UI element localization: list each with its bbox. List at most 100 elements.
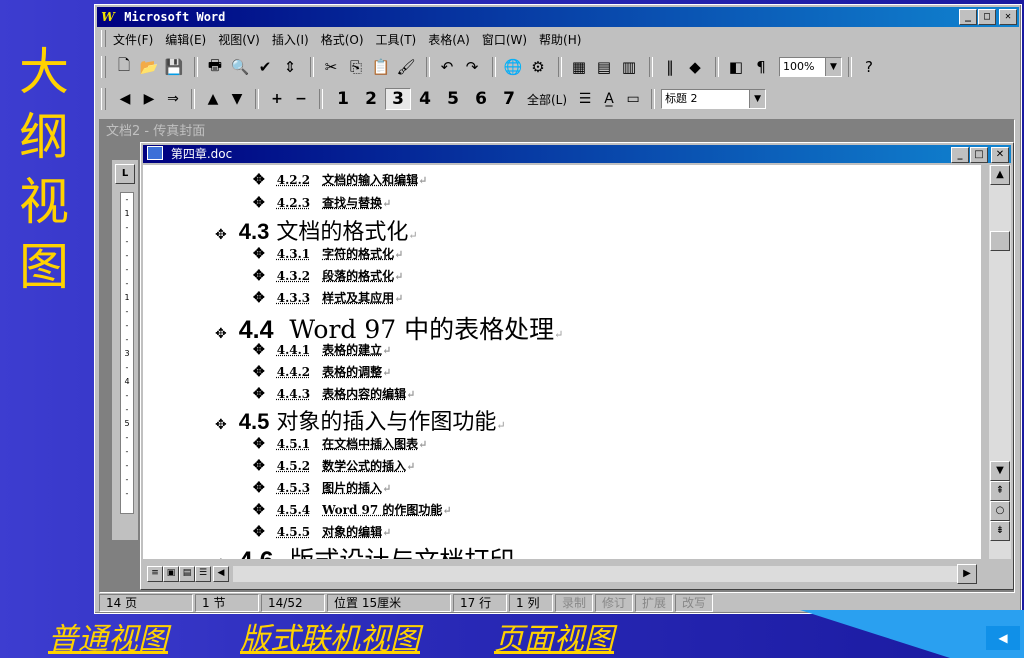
expand-plus-icon[interactable]: ✥ xyxy=(253,268,265,284)
cut-icon[interactable]: ✂ xyxy=(320,56,342,78)
expand-plus-icon[interactable]: ✥ xyxy=(253,364,265,380)
show-level-5[interactable]: 5 xyxy=(439,89,467,109)
expand-plus-icon[interactable]: ✥ xyxy=(253,195,265,211)
next-page-icon[interactable]: ⇟ xyxy=(990,521,1010,541)
page-layout-icon[interactable]: ▤ xyxy=(179,566,195,582)
insert-excel-icon[interactable]: ▥ xyxy=(618,56,640,78)
minimize-button[interactable]: _ xyxy=(959,9,977,25)
menubar-grip[interactable] xyxy=(101,30,106,47)
print-icon[interactable]: 🖶 xyxy=(204,56,226,78)
redo-icon[interactable]: ↷ xyxy=(461,56,483,78)
expand-plus-icon[interactable]: ✥ xyxy=(253,458,265,474)
columns-icon[interactable]: ‖ xyxy=(659,56,681,78)
style-select[interactable]: 标题 2 ▼ xyxy=(661,89,767,109)
doc-maximize-button[interactable]: □ xyxy=(970,147,988,163)
outline-item[interactable]: ✥ 4.4.2 表格的调整↵ xyxy=(253,363,391,380)
outline-item[interactable]: ✥ 4.5.2 数学公式的插入↵ xyxy=(253,457,415,474)
scroll-thumb[interactable] xyxy=(990,231,1010,251)
menu-window[interactable]: 窗口(W) xyxy=(482,31,527,48)
doc-minimize-button[interactable]: _ xyxy=(951,147,969,163)
copy-icon[interactable]: ⎘ xyxy=(345,56,367,78)
collapse-icon[interactable]: − xyxy=(289,91,313,107)
scroll-left-icon[interactable]: ◀ xyxy=(213,566,229,582)
document-map-icon[interactable]: ◧ xyxy=(725,56,747,78)
outline-item[interactable]: ✥ 4.5.1 在文档中插入图表↵ xyxy=(253,435,427,452)
spelling-icon[interactable]: ✔ xyxy=(254,56,276,78)
tab-selector-icon[interactable]: L xyxy=(115,164,135,184)
show-hide-icon[interactable]: ¶ xyxy=(750,56,772,78)
move-down-icon[interactable]: ▼ xyxy=(225,91,249,107)
promote-icon[interactable]: ◀ xyxy=(113,91,137,107)
back-button[interactable]: ◀ xyxy=(986,626,1020,650)
outline-item[interactable]: ✥ 4.3.1 字符的格式化↵ xyxy=(253,245,403,262)
menu-table[interactable]: 表格(A) xyxy=(428,31,470,48)
menu-help[interactable]: 帮助(H) xyxy=(539,31,581,48)
show-level-4[interactable]: 4 xyxy=(411,89,439,109)
close-button[interactable]: ✕ xyxy=(999,9,1017,25)
show-level-3[interactable]: 3 xyxy=(385,88,411,110)
outline-document[interactable]: ✥ 4.2.2 文档的输入和编辑↵ ✥ 4.2.3 查找与替换↵ ✥ 4.3 文档的格式化… xyxy=(143,165,981,559)
online-layout-view-link[interactable]: 版式联机视图 xyxy=(240,614,420,658)
move-up-icon[interactable]: ▲ xyxy=(201,91,225,107)
maximize-button[interactable]: □ xyxy=(978,9,996,25)
horizontal-scrollbar[interactable]: ▶ xyxy=(233,564,977,584)
expand-icon[interactable]: + xyxy=(265,91,289,107)
save-icon[interactable]: 💾 xyxy=(163,56,185,78)
scroll-right-icon[interactable]: ▶ xyxy=(957,564,977,584)
show-level-1[interactable]: 1 xyxy=(329,89,357,109)
undo-icon[interactable]: ↶ xyxy=(436,56,458,78)
status-trk[interactable]: 修订 xyxy=(595,594,634,612)
menu-format[interactable]: 格式(O) xyxy=(321,31,364,48)
outline-view-icon[interactable]: ☰ xyxy=(195,566,211,582)
outline-item[interactable]: ✥ 4.5.5 对象的编辑↵ xyxy=(253,523,391,540)
outline-item[interactable]: ✥ 4.4.1 表格的建立↵ xyxy=(253,341,391,358)
page-view-link[interactable]: 页面视图 xyxy=(494,614,614,658)
chevron-down-icon[interactable]: ▼ xyxy=(825,58,841,76)
menu-tools[interactable]: 工具(T) xyxy=(376,31,417,48)
outline-item[interactable]: ✥ 4.3 文档的格式化↵ xyxy=(215,214,418,246)
expand-plus-icon[interactable]: ✥ xyxy=(253,172,265,188)
open-folder-icon[interactable]: 📂 xyxy=(138,56,160,78)
tables-borders-icon[interactable]: ▦ xyxy=(568,56,590,78)
insert-table-icon[interactable]: ▤ xyxy=(593,56,615,78)
status-ovr[interactable]: 改写 xyxy=(675,594,714,612)
hyperlink-icon[interactable]: 🌐 xyxy=(502,56,524,78)
expand-plus-icon[interactable]: ✥ xyxy=(215,557,227,559)
outline-item[interactable]: ✥ 4.2.3 查找与替换↵ xyxy=(253,194,391,211)
outline-item[interactable]: ✥ 4.3.2 段落的格式化↵ xyxy=(253,267,403,284)
outline-item[interactable]: ✥ 4.5.3 图片的插入↵ xyxy=(253,479,391,496)
normal-view-icon[interactable]: ≡ xyxy=(147,566,163,582)
master-document-icon[interactable]: ▭ xyxy=(621,91,645,107)
show-formatting-icon[interactable]: A̲ xyxy=(597,91,621,107)
expand-plus-icon[interactable]: ✥ xyxy=(253,524,265,540)
toolbar-grip[interactable] xyxy=(101,88,106,110)
browse-object-icon[interactable]: ○ xyxy=(990,501,1010,521)
expand-plus-icon[interactable]: ✥ xyxy=(215,417,227,433)
show-level-6[interactable]: 6 xyxy=(467,89,495,109)
menu-edit[interactable]: 编辑(E) xyxy=(165,31,206,48)
outline-item[interactable]: ✥ 4.4.3 表格内容的编辑↵ xyxy=(253,385,415,402)
show-level-2[interactable]: 2 xyxy=(357,89,385,109)
outline-item[interactable]: ✥ 4.3.3 样式及其应用↵ xyxy=(253,289,403,306)
first-line-only-icon[interactable]: ☰ xyxy=(573,91,597,107)
show-level-7[interactable]: 7 xyxy=(495,89,523,109)
new-document-icon[interactable]: 🗋 xyxy=(113,56,135,78)
normal-view-link[interactable]: 普通视图 xyxy=(48,614,168,658)
menu-view[interactable]: 视图(V) xyxy=(218,31,260,48)
menu-insert[interactable]: 插入(I) xyxy=(272,31,309,48)
zoom-select[interactable]: 100% ▼ xyxy=(779,57,842,77)
doc-close-button[interactable]: ✕ xyxy=(991,147,1009,163)
scroll-up-icon[interactable]: ▲ xyxy=(990,165,1010,185)
expand-plus-icon[interactable]: ✥ xyxy=(215,227,227,243)
format-painter-icon[interactable]: ⇕ xyxy=(279,56,301,78)
background-window-title[interactable]: 文档2 - 传真封面 xyxy=(102,122,1012,142)
menu-file[interactable]: 文件(F) xyxy=(113,31,153,48)
outline-item[interactable]: ✥ 4.5.4 Word 97 的作图功能↵ xyxy=(253,501,452,518)
drawing-icon[interactable]: ◆ xyxy=(684,56,706,78)
expand-plus-icon[interactable]: ✥ xyxy=(253,480,265,496)
outline-item[interactable]: ✥ 4.2.2 文档的输入和编辑↵ xyxy=(253,171,427,188)
scroll-down-icon[interactable]: ▼ xyxy=(990,461,1010,481)
paste-icon[interactable]: 📋 xyxy=(370,56,392,78)
outline-item[interactable]: ✥ 4.5 对象的插入与作图功能↵ xyxy=(215,404,506,436)
expand-plus-icon[interactable]: ✥ xyxy=(253,246,265,262)
